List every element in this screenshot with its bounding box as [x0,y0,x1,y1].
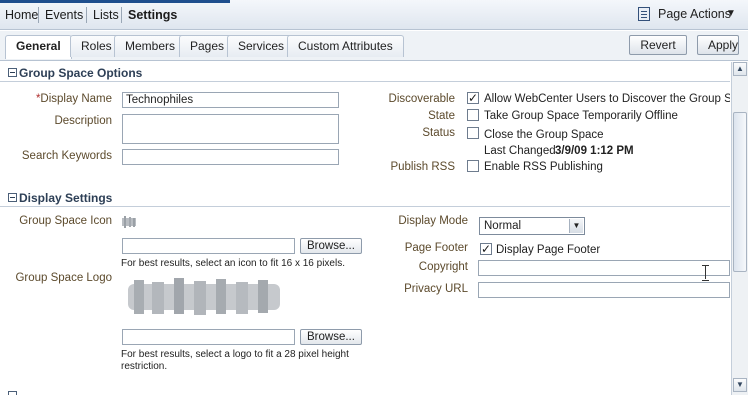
icon-browse-button[interactable]: Browse... [300,238,362,254]
apply-button[interactable]: Apply [697,35,739,55]
discoverable-label: Discoverable [388,93,455,105]
description-field[interactable] [122,114,339,144]
settings-content: Group Space Options *Display Name Techno… [0,62,730,395]
discoverable-option: Allow WebCenter Users to Discover the Gr… [484,93,730,105]
page-actions-icon [638,7,650,21]
nav-settings[interactable]: Settings [128,8,177,22]
nav-separator [38,7,39,23]
section-title: Display Settings [19,191,113,205]
vertical-scrollbar[interactable]: ▲ ▼ [731,62,748,395]
nav-home[interactable]: Home [5,8,38,22]
page-footer-label: Page Footer [404,242,468,254]
collapse-icon[interactable] [8,193,17,202]
last-changed-label: Last Changed [484,145,556,157]
top-navigation: Home Events Lists Settings Page Actions … [0,0,748,30]
display-mode-label: Display Mode [398,215,468,227]
status-label: Status [422,127,455,139]
discoverable-checkbox[interactable] [467,91,479,105]
privacy-url-label: Privacy URL [404,283,468,295]
copyright-label: Copyright [418,261,468,273]
privacy-url-field[interactable] [478,282,730,298]
status-checkbox[interactable] [467,127,479,139]
tab-general[interactable]: General [5,35,72,59]
nav-separator [121,7,122,23]
icon-file-field[interactable] [122,238,295,254]
nav-separator [86,7,87,23]
tab-members[interactable]: Members [114,35,187,57]
display-mode-value: Normal [484,220,522,232]
nav-accent-strip [0,0,230,3]
group-space-logo-label: Group Space Logo [15,272,112,284]
logo-file-field[interactable] [122,329,295,345]
section-next-partial [0,387,730,395]
page-footer-checkbox[interactable] [480,242,492,256]
display-name-field[interactable]: Technophiles [122,92,339,108]
scroll-thumb[interactable] [733,112,747,272]
last-changed-value: 3/9/09 1:12 PM [555,145,634,157]
group-space-icon-label: Group Space Icon [19,215,112,227]
scroll-down-icon[interactable]: ▼ [733,378,747,392]
state-option: Take Group Space Temporarily Offline [484,110,678,122]
state-label: State [428,110,455,122]
logo-hint: For best results, select a logo to fit a… [121,349,349,372]
display-mode-select[interactable]: Normal ▼ [479,217,585,235]
logo-browse-button[interactable]: Browse... [300,329,362,345]
section-group-space-options: Group Space Options [0,64,730,82]
scroll-up-icon[interactable]: ▲ [733,62,747,76]
tab-custom-attributes[interactable]: Custom Attributes [287,35,404,57]
group-space-icon-preview [122,216,136,228]
collapse-icon[interactable] [8,391,17,395]
publish-rss-option: Enable RSS Publishing [484,161,603,173]
dropdown-arrow-icon: ▼ [569,219,583,233]
copyright-field[interactable] [478,260,730,276]
display-name-label: *Display Name [20,93,112,105]
chevron-down-icon: ▼ [726,8,736,19]
revert-button[interactable]: Revert [629,35,687,55]
collapse-icon[interactable] [8,68,17,77]
description-label: Description [54,115,112,127]
page-footer-option: Display Page Footer [496,244,601,256]
icon-hint: For best results, select an icon to fit … [121,258,345,269]
display-name-label-text: Display Name [40,93,112,105]
publish-rss-checkbox[interactable] [467,160,479,172]
tab-services[interactable]: Services [227,35,296,57]
text-cursor-icon [702,265,709,281]
section-title: Group Space Options [19,66,143,80]
search-keywords-label: Search Keywords [21,150,112,162]
search-keywords-field[interactable] [122,149,339,165]
nav-lists[interactable]: Lists [93,8,119,22]
state-checkbox[interactable] [467,109,479,121]
group-space-logo-preview [128,278,280,315]
status-option: Close the Group Space [484,129,604,141]
page-actions-label: Page Actions [658,7,731,21]
publish-rss-label: Publish RSS [390,161,455,173]
section-display-settings: Display Settings [0,189,730,207]
nav-events[interactable]: Events [45,8,83,22]
